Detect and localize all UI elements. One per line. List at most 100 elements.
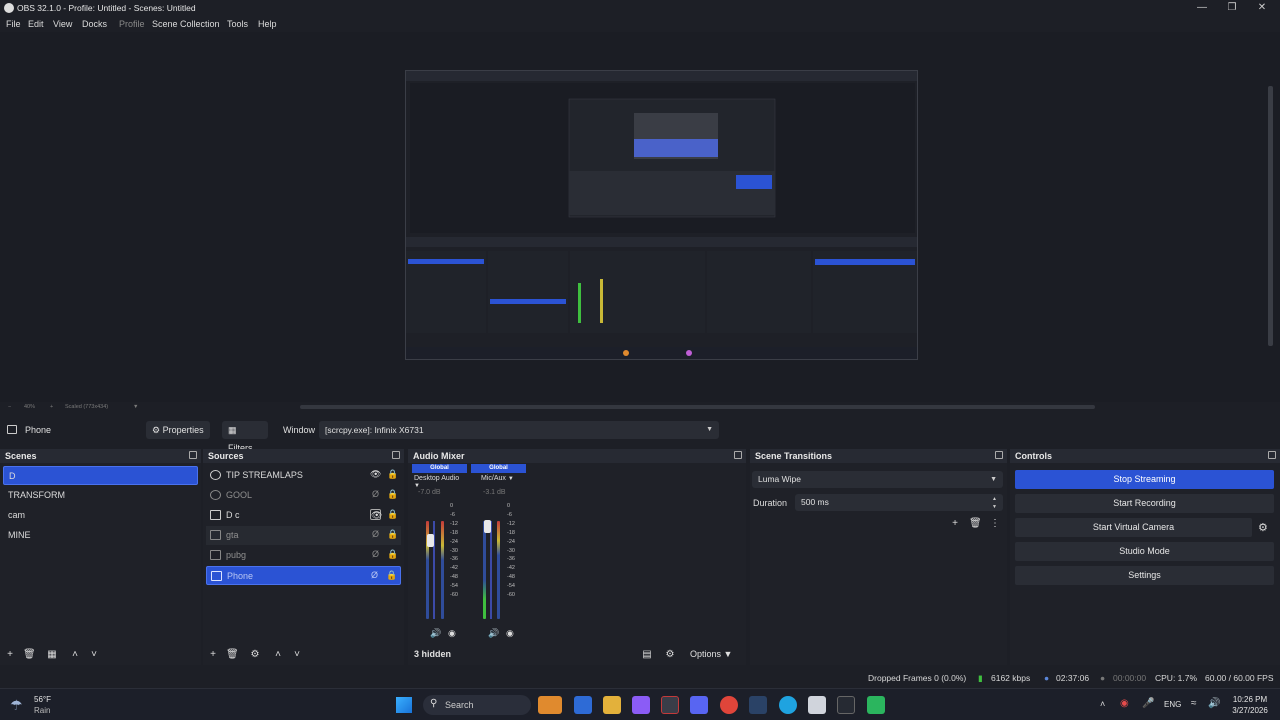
edge-icon[interactable] xyxy=(779,696,797,714)
properties-button[interactable]: ⚙ Properties xyxy=(146,421,210,439)
lock-icon[interactable]: 🔒 xyxy=(387,489,398,500)
volume-fader-knob[interactable] xyxy=(484,520,491,533)
preview-horizontal-scrollbar[interactable] xyxy=(300,405,1095,409)
lock-icon[interactable]: 🔒 xyxy=(386,570,397,581)
remove-scene-icon[interactable]: 🗑 xyxy=(23,649,36,661)
preview-vertical-scrollbar[interactable] xyxy=(1268,86,1273,346)
undock-icon[interactable] xyxy=(189,451,197,459)
source-item-gta[interactable]: gta Ø 🔒 xyxy=(206,526,401,545)
add-transition-icon[interactable]: + xyxy=(949,518,961,530)
lock-icon[interactable]: 🔒 xyxy=(387,469,398,480)
microphone-icon[interactable]: 🎤 xyxy=(1142,698,1154,709)
zoom-out-icon[interactable]: − xyxy=(8,404,11,410)
eye-icon[interactable]: 👁 xyxy=(370,509,382,520)
source-properties-icon[interactable]: ⚙ xyxy=(249,649,261,661)
clock-time[interactable]: 10:26 PM xyxy=(1230,695,1270,704)
language-indicator[interactable]: ENG xyxy=(1164,700,1181,709)
weather-temp[interactable]: 56°F xyxy=(34,695,51,704)
remove-transition-icon[interactable]: 🗑 xyxy=(969,518,982,530)
lock-icon[interactable]: 🔒 xyxy=(387,549,398,560)
more-options-icon[interactable]: ⋮ xyxy=(989,518,1001,530)
lock-icon[interactable]: 🔒 xyxy=(387,529,398,540)
settings-button[interactable]: Settings xyxy=(1015,566,1274,585)
app-icon[interactable] xyxy=(661,696,679,714)
search-highlight-icon[interactable] xyxy=(538,696,562,714)
source-item-phone[interactable]: Phone Ø 🔒 xyxy=(206,566,401,585)
channel-name[interactable]: Mic/Aux ▼ xyxy=(481,475,514,482)
menu-scene-collection[interactable]: Scene Collection xyxy=(152,19,220,29)
eye-icon[interactable]: 👁 xyxy=(370,469,381,480)
steam-icon[interactable] xyxy=(749,696,767,714)
undock-icon[interactable] xyxy=(734,451,742,459)
menu-profile[interactable]: Profile xyxy=(119,19,145,29)
menu-edit[interactable]: Edit xyxy=(28,19,44,29)
stop-streaming-button[interactable]: Stop Streaming xyxy=(1015,470,1274,489)
scene-item-d[interactable]: D xyxy=(3,466,198,485)
lock-icon[interactable]: 🔒 xyxy=(387,509,398,520)
hidden-count[interactable]: 3 hidden xyxy=(414,649,451,659)
options-button[interactable]: Options ▼ xyxy=(690,649,732,659)
scene-item-cam[interactable]: cam xyxy=(3,506,198,525)
move-down-icon[interactable]: ˅ xyxy=(291,649,303,661)
obs-tray-icon[interactable]: ◉ xyxy=(1120,698,1129,709)
add-source-icon[interactable]: + xyxy=(207,649,219,661)
eye-hidden-icon[interactable]: Ø xyxy=(369,570,380,581)
calculator-icon[interactable] xyxy=(808,696,826,714)
duration-spinbox[interactable]: 500 ms ▲ ▼ xyxy=(795,494,1003,511)
menu-view[interactable]: View xyxy=(53,19,72,29)
start-recording-button[interactable]: Start Recording xyxy=(1015,494,1274,513)
headphones-icon[interactable]: ◉ xyxy=(506,628,514,639)
wifi-icon[interactable]: ≈ xyxy=(1191,698,1197,709)
clock-date[interactable]: 3/27/2026 xyxy=(1230,706,1270,715)
zoom-dropdown-icon[interactable]: ▼ xyxy=(133,404,138,410)
menu-help[interactable]: Help xyxy=(258,19,277,29)
minimize-button[interactable]: — xyxy=(1192,1,1212,15)
zoom-in-icon[interactable]: + xyxy=(50,404,53,410)
weather-desc[interactable]: Rain xyxy=(34,706,50,715)
move-up-icon[interactable]: ˄ xyxy=(272,649,284,661)
channel-name[interactable]: Desktop Audio ▼ xyxy=(414,475,467,489)
add-scene-icon[interactable]: + xyxy=(4,649,16,661)
taskbar-search[interactable]: ⚲ Search xyxy=(423,695,531,715)
volume-fader-track[interactable] xyxy=(490,521,492,619)
restore-button[interactable]: ❐ xyxy=(1222,1,1242,15)
preview-canvas[interactable] xyxy=(405,70,918,360)
chevron-up-icon[interactable]: ˄ xyxy=(1100,699,1105,709)
menu-file[interactable]: File xyxy=(6,19,21,29)
scene-filters-icon[interactable]: ▦ xyxy=(46,649,58,661)
file-explorer-icon[interactable] xyxy=(603,696,621,714)
eye-hidden-icon[interactable]: Ø xyxy=(370,529,381,540)
speaker-icon[interactable]: 🔊 xyxy=(430,628,441,639)
menu-docks[interactable]: Docks xyxy=(82,19,107,29)
headphones-icon[interactable]: ◉ xyxy=(448,628,456,639)
mail-app-icon[interactable] xyxy=(574,696,592,714)
move-down-icon[interactable]: ˅ xyxy=(88,649,100,661)
virtual-camera-settings-icon[interactable]: ⚙ xyxy=(1258,521,1268,534)
volume-icon[interactable]: 🔊 xyxy=(1208,698,1220,709)
undock-icon[interactable] xyxy=(995,451,1003,459)
undock-icon[interactable] xyxy=(392,451,400,459)
menu-tools[interactable]: Tools xyxy=(227,19,248,29)
source-item-tip-streamlaps[interactable]: TIP STREAMLAPS 👁 🔒 xyxy=(206,466,401,485)
speaker-icon[interactable]: 🔊 xyxy=(488,628,499,639)
studio-mode-button[interactable]: Studio Mode xyxy=(1015,542,1274,561)
eye-hidden-icon[interactable]: Ø xyxy=(370,489,381,500)
scene-item-transform[interactable]: TRANSFORM xyxy=(3,486,198,505)
source-item-gool[interactable]: GOOL Ø 🔒 xyxy=(206,486,401,505)
volume-fader-knob[interactable] xyxy=(427,534,434,547)
undock-icon[interactable] xyxy=(1268,451,1276,459)
weather-rain-icon[interactable]: ☂ xyxy=(10,697,23,714)
scene-item-mine[interactable]: MINE xyxy=(3,526,198,545)
filters-button[interactable]: ▦ Filters xyxy=(222,421,268,453)
move-up-icon[interactable]: ˄ xyxy=(69,649,81,661)
chrome-icon[interactable] xyxy=(720,696,738,714)
discord-icon[interactable] xyxy=(690,696,708,714)
advanced-audio-icon[interactable]: ⚙ xyxy=(664,649,676,661)
app-icon[interactable] xyxy=(867,696,885,714)
source-item-pubg[interactable]: pubg Ø 🔒 xyxy=(206,546,401,565)
window-select[interactable]: [scrcpy.exe]: Infinix X6731 ▼ xyxy=(319,421,719,439)
source-item-dc[interactable]: D c 👁 🔒 xyxy=(206,506,401,525)
eye-hidden-icon[interactable]: Ø xyxy=(370,549,381,560)
terminal-icon[interactable] xyxy=(837,696,855,714)
app-icon[interactable] xyxy=(632,696,650,714)
